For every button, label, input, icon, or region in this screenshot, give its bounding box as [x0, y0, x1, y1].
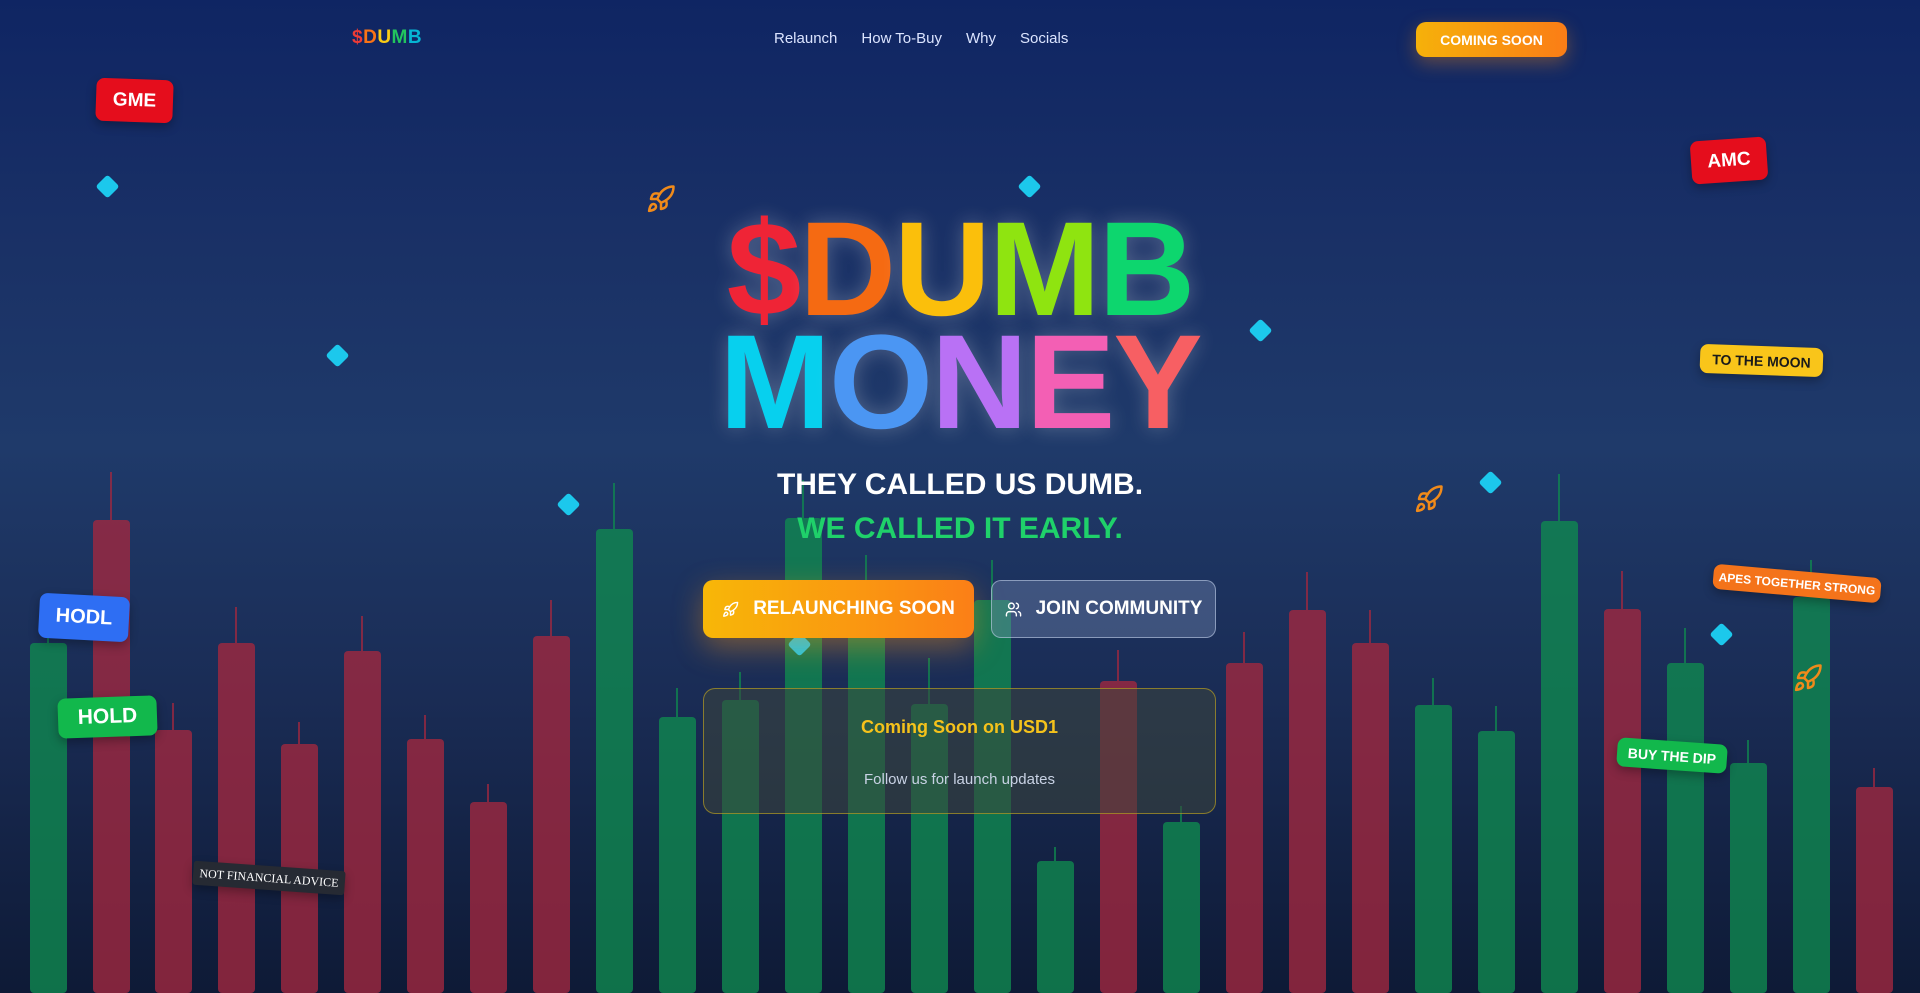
rocket-icon	[1794, 664, 1822, 692]
candle-body	[1352, 643, 1389, 993]
logo-char: $	[352, 27, 364, 48]
nav-link-relaunch[interactable]: Relaunch	[774, 30, 837, 47]
to-the-moon-sticker: TO THE MOON	[1699, 343, 1824, 378]
logo-char: M	[391, 27, 408, 48]
candle-body	[344, 651, 381, 993]
candle-body	[218, 643, 255, 993]
tagline-secondary: WE CALLED IT EARLY.	[797, 512, 1123, 545]
nav-links: Relaunch How To-Buy Why Socials	[774, 30, 1068, 47]
gme-sticker: GME	[95, 77, 174, 124]
candle-body	[1415, 705, 1452, 993]
candle-body	[1604, 609, 1641, 993]
join-community-button[interactable]: JOIN COMMUNITY	[991, 580, 1216, 638]
candle-body	[407, 739, 444, 993]
candle-body	[533, 636, 570, 993]
candle-body	[1730, 763, 1767, 993]
hero-char: O	[828, 308, 933, 457]
launch-info-card: Coming Soon on USD1 Follow us for launch…	[703, 688, 1216, 814]
relaunching-soon-label: RELAUNCHING SOON	[753, 598, 955, 619]
launch-info-subtitle: Follow us for launch updates	[864, 771, 1055, 788]
logo-char: D	[363, 27, 378, 48]
candle-body	[1856, 787, 1893, 993]
candle-body	[1478, 731, 1515, 993]
hero-char: M	[719, 308, 831, 457]
hold-sticker: HOLD	[57, 695, 158, 739]
candle-body	[1793, 597, 1830, 993]
nav-link-why[interactable]: Why	[966, 30, 996, 47]
logo-char: U	[377, 27, 392, 48]
candle-body	[1163, 822, 1200, 993]
candle-body	[1667, 663, 1704, 993]
candle-body	[1226, 663, 1263, 993]
top-nav: $DUMB Relaunch How To-Buy Why Socials CO…	[0, 0, 1920, 80]
candle-body	[155, 730, 192, 993]
amc-sticker: AMC	[1689, 136, 1769, 185]
logo[interactable]: $DUMB	[352, 27, 422, 49]
users-icon	[1005, 601, 1021, 617]
hero-char: Y	[1113, 308, 1202, 457]
candle-body	[1289, 610, 1326, 993]
hero-char: E	[1025, 308, 1115, 457]
relaunching-soon-button[interactable]: RELAUNCHING SOON	[703, 580, 974, 638]
nav-link-socials[interactable]: Socials	[1020, 30, 1068, 47]
candle-body	[596, 529, 633, 993]
nav-link-how-to-buy[interactable]: How To-Buy	[861, 30, 942, 47]
candle-body	[30, 643, 67, 993]
candle-body	[93, 520, 130, 993]
hero-char: N	[931, 308, 1028, 457]
candle-body	[659, 717, 696, 993]
join-community-label: JOIN COMMUNITY	[1035, 598, 1203, 619]
candle-body	[1541, 521, 1578, 993]
candle-body	[1037, 861, 1074, 993]
candle-body	[470, 802, 507, 993]
hero-title-line2: MONEY	[0, 316, 1920, 450]
launch-info-title: Coming Soon on USD1	[861, 717, 1058, 737]
logo-char: B	[407, 27, 423, 48]
rocket-icon	[723, 601, 739, 617]
hodl-sticker: HODL	[37, 592, 131, 643]
coming-soon-button[interactable]: COMING SOON	[1416, 22, 1567, 57]
tagline-primary: THEY CALLED US DUMB.	[776, 468, 1144, 501]
